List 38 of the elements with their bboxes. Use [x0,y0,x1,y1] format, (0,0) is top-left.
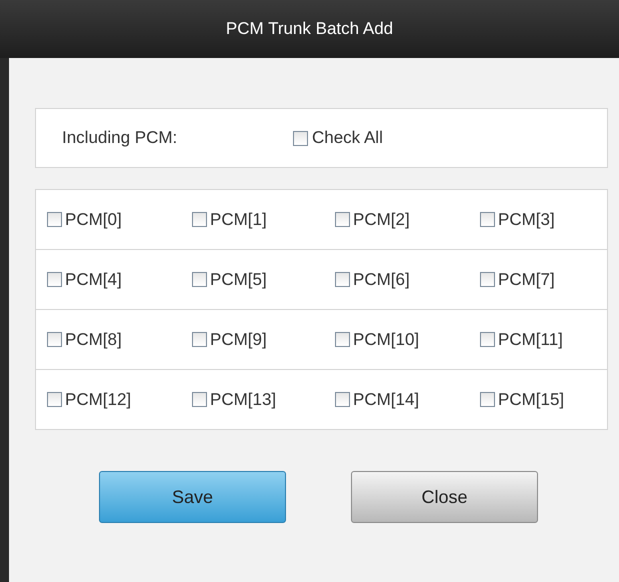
checkbox-label: PCM[2] [353,210,410,230]
checkbox-label: PCM[11] [498,330,563,350]
checkbox-label: PCM[5] [210,270,267,290]
checkbox-label: PCM[9] [210,330,267,350]
pcm-checkbox[interactable]: PCM[7] [480,270,607,290]
pcm-checkbox[interactable]: PCM[2] [335,210,480,230]
checkbox-label: PCM[3] [498,210,555,230]
checkbox-label: PCM[8] [65,330,122,350]
close-button[interactable]: Close [351,471,538,523]
pcm-checkbox[interactable]: PCM[14] [335,390,480,410]
checkbox-label: PCM[10] [353,330,420,350]
pcm-checkbox[interactable]: PCM[5] [192,270,335,290]
checkbox-label: PCM[1] [210,210,267,230]
checkbox-label: PCM[6] [353,270,410,290]
check-all-checkbox[interactable]: Check All [293,128,383,148]
pcm-checkbox[interactable]: PCM[1] [192,210,335,230]
pcm-checkbox[interactable]: PCM[15] [480,390,607,410]
checkbox-label: PCM[14] [353,390,420,410]
checkbox-label: Check All [312,128,383,148]
pcm-checkbox[interactable]: PCM[8] [47,330,192,350]
save-button[interactable]: Save [99,471,286,523]
checkbox-label: PCM[12] [65,390,132,410]
checkbox-label: PCM[13] [210,390,276,410]
including-label: Including PCM: [62,128,178,148]
pcm-checkbox[interactable]: PCM[12] [47,390,192,410]
pcm-checkbox[interactable]: PCM[10] [335,330,480,350]
pcm-checkbox[interactable]: PCM[0] [47,210,192,230]
checkbox-label: PCM[15] [498,390,564,410]
pcm-checkbox[interactable]: PCM[11] [480,330,607,350]
checkbox-label: PCM[4] [65,270,122,290]
pcm-checkbox[interactable]: PCM[9] [192,330,335,350]
window-title: PCM Trunk Batch Add [226,19,394,39]
pcm-checkbox[interactable]: PCM[6] [335,270,480,290]
pcm-checkbox[interactable]: PCM[4] [47,270,192,290]
pcm-checkbox[interactable]: PCM[13] [192,390,335,410]
checkbox-label: PCM[0] [65,210,122,230]
checkbox-label: PCM[7] [498,270,555,290]
pcm-checkbox[interactable]: PCM[3] [480,210,607,230]
